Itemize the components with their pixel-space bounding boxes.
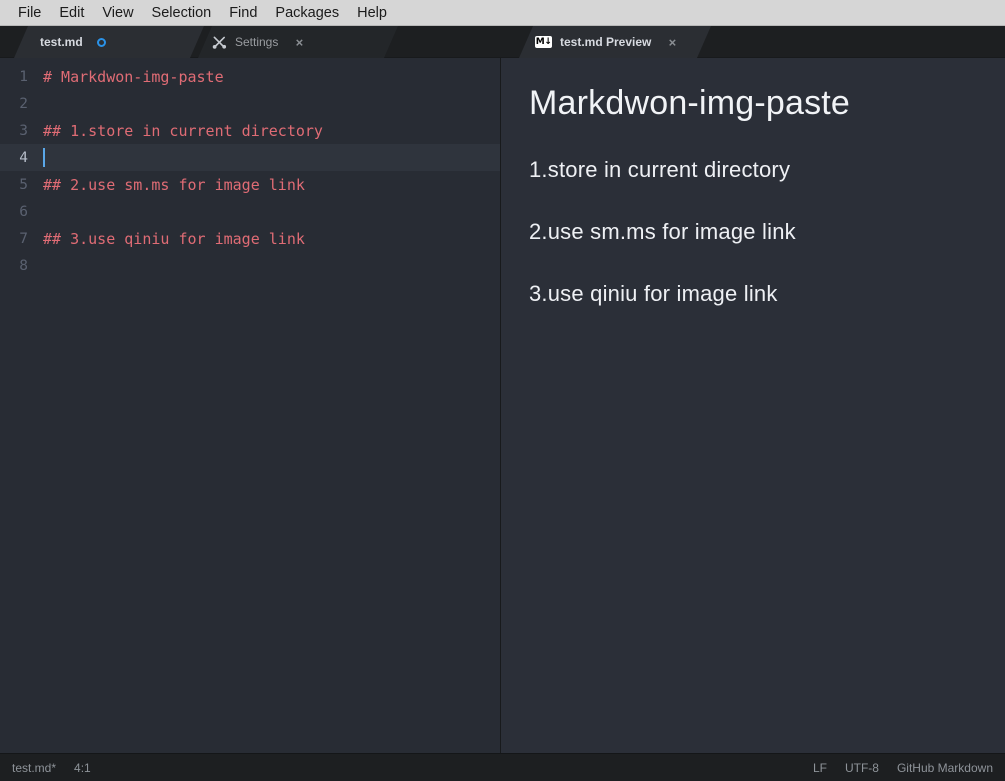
tab-test-md-preview[interactable]: M↓ test.md Preview ×: [519, 26, 711, 58]
markdown-icon: M↓: [535, 36, 552, 48]
menu-item-selection[interactable]: Selection: [143, 1, 221, 25]
status-grammar[interactable]: GitHub Markdown: [888, 761, 993, 775]
line-content: ## 2.use sm.ms for image link: [43, 175, 305, 194]
text-cursor: [43, 148, 45, 167]
tab-settings[interactable]: Settings ×: [198, 26, 398, 58]
menu-item-packages[interactable]: Packages: [266, 1, 348, 25]
code-line[interactable]: 6: [0, 198, 500, 225]
line-content: ## 1.store in current directory: [43, 121, 323, 140]
status-bar-left: test.md* 4:1: [12, 761, 91, 775]
status-bar-right: LF UTF-8 GitHub Markdown: [813, 761, 993, 775]
markdown-preview-pane[interactable]: Markdwon-img-paste 1.store in current di…: [501, 58, 1005, 753]
preview-heading-2-item: 2.use sm.ms for image link: [529, 219, 796, 244]
tab-bar: test.md Settings × M↓ test.md Preview ×: [0, 26, 1005, 58]
tools-icon: [212, 35, 227, 50]
preview-content: Markdwon-img-paste 1.store in current di…: [501, 58, 1005, 307]
tab-bar-right-pane: M↓ test.md Preview ×: [501, 26, 1005, 58]
close-icon[interactable]: ×: [292, 35, 306, 49]
code-line[interactable]: 2: [0, 90, 500, 117]
tab-test-md[interactable]: test.md: [14, 26, 204, 58]
menu-bar: File Edit View Selection Find Packages H…: [0, 0, 1005, 26]
status-cursor-position[interactable]: 4:1: [65, 761, 91, 775]
code-editor[interactable]: 1 # Markdwon-img-paste 2 3 ## 1.store in…: [0, 58, 500, 279]
status-bar: test.md* 4:1 LF UTF-8 GitHub Markdown: [0, 753, 1005, 781]
code-line[interactable]: 8: [0, 252, 500, 279]
status-encoding[interactable]: UTF-8: [836, 761, 888, 775]
menu-item-view[interactable]: View: [93, 1, 142, 25]
code-line-active[interactable]: 4: [0, 144, 500, 171]
line-number: 4: [19, 149, 28, 166]
line-content: ## 3.use qiniu for image link: [43, 229, 305, 248]
modified-indicator-icon[interactable]: [97, 38, 106, 47]
line-number: 8: [19, 257, 28, 274]
menu-item-file[interactable]: File: [9, 1, 50, 25]
atom-editor-window: File Edit View Selection Find Packages H…: [0, 0, 1005, 781]
code-line[interactable]: 1 # Markdwon-img-paste: [0, 63, 500, 90]
preview-heading-2-item: 3.use qiniu for image link: [529, 281, 778, 306]
markdown-badge-label: M↓: [535, 37, 552, 47]
line-number: 6: [19, 203, 28, 220]
status-file-name[interactable]: test.md*: [12, 761, 65, 775]
close-icon[interactable]: ×: [665, 35, 679, 49]
menu-item-help[interactable]: Help: [348, 1, 396, 25]
tab-label: Settings: [235, 35, 279, 49]
line-number: 3: [19, 122, 28, 139]
preview-heading-1: Markdwon-img-paste: [529, 84, 851, 122]
line-number: 1: [19, 68, 28, 85]
line-content: # Markdwon-img-paste: [43, 67, 224, 86]
status-line-ending[interactable]: LF: [813, 761, 836, 775]
preview-heading-2-item: 1.store in current directory: [529, 157, 791, 182]
panes-container: 1 # Markdwon-img-paste 2 3 ## 1.store in…: [0, 58, 1005, 753]
line-number: 5: [19, 176, 28, 193]
code-line[interactable]: 5 ## 2.use sm.ms for image link: [0, 171, 500, 198]
editor-pane[interactable]: 1 # Markdwon-img-paste 2 3 ## 1.store in…: [0, 58, 501, 753]
code-line[interactable]: 3 ## 1.store in current directory: [0, 117, 500, 144]
menu-item-find[interactable]: Find: [220, 1, 266, 25]
tab-label: test.md Preview: [560, 35, 652, 49]
code-line[interactable]: 7 ## 3.use qiniu for image link: [0, 225, 500, 252]
tab-label: test.md: [40, 35, 83, 49]
tab-bar-left-pane: test.md Settings ×: [0, 26, 501, 58]
line-number: 2: [19, 95, 28, 112]
line-number: 7: [19, 230, 28, 247]
menu-item-edit[interactable]: Edit: [50, 1, 93, 25]
